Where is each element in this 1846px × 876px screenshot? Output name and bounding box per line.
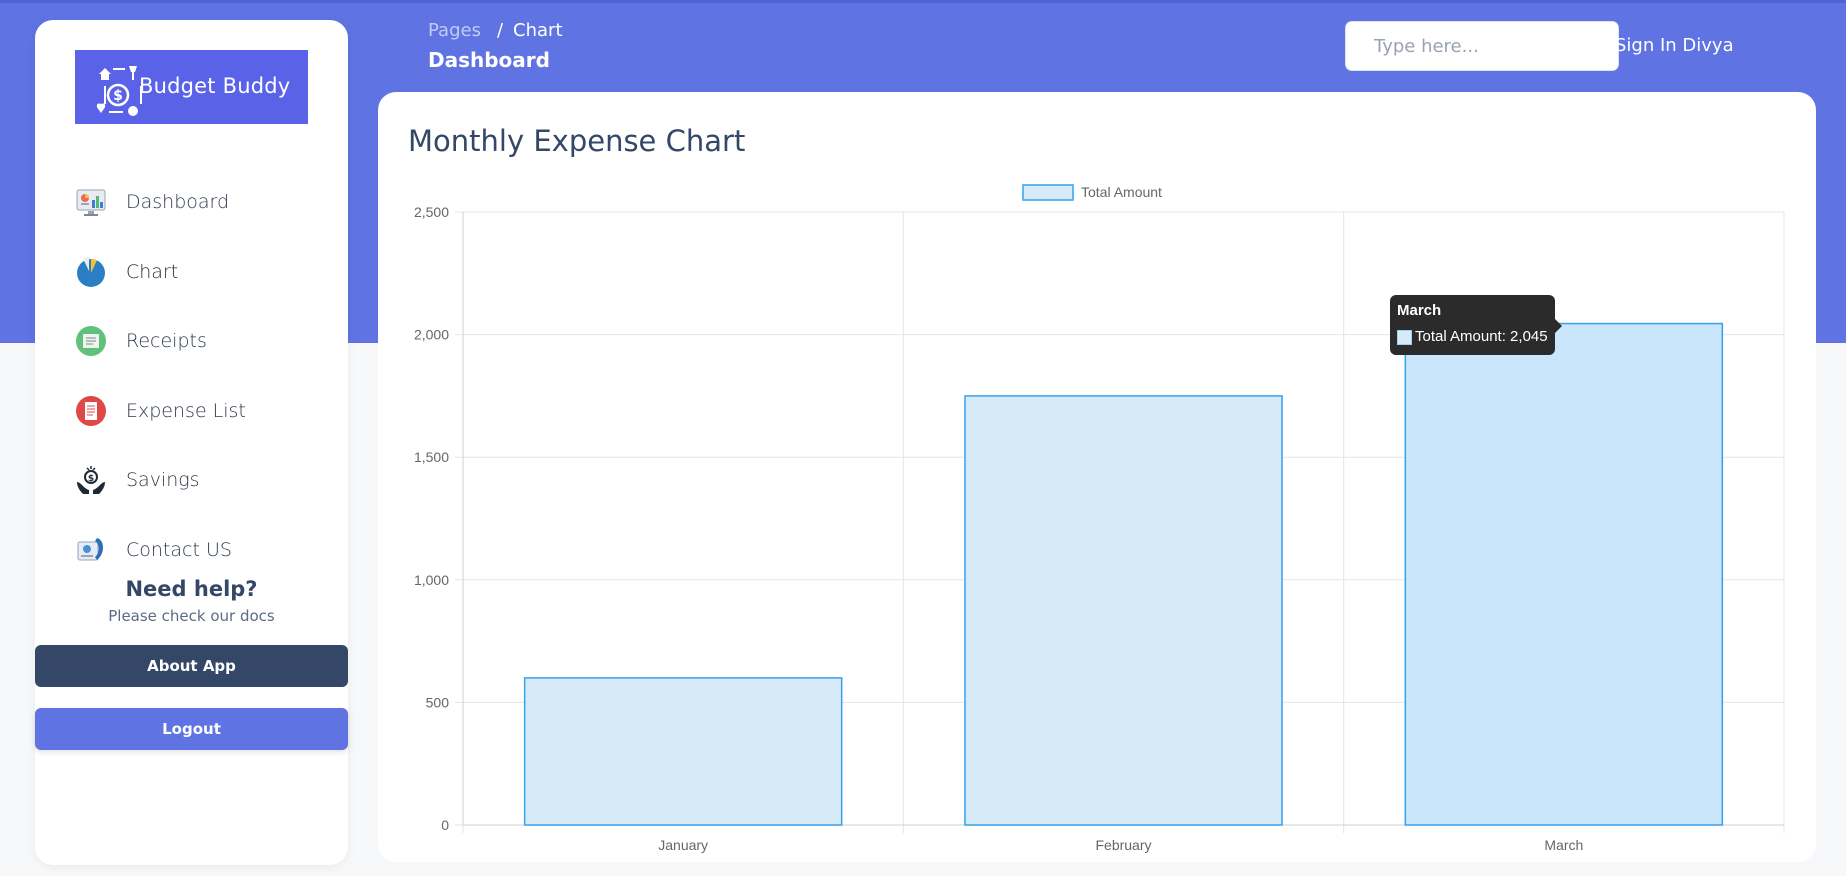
sidebar-item-chart[interactable]: Chart	[75, 250, 335, 294]
x-tick-label: February	[1095, 837, 1151, 853]
y-tick-label: 2,000	[414, 327, 449, 343]
tooltip-title: March	[1397, 302, 1442, 319]
sidebar-item-label: Contact US	[126, 539, 232, 561]
y-tick-label: 1,500	[414, 449, 449, 465]
expense-list-icon	[75, 395, 107, 427]
sidebar-item-contact-us[interactable]: Contact US	[75, 528, 335, 572]
expense-bar-chart: 0 500 1,000 1,500 2,000 2,500 January February M…	[414, 184, 1785, 853]
tooltip-value: Total Amount: 2,045	[1415, 328, 1548, 345]
breadcrumb: Pages / Chart	[428, 20, 563, 41]
sidebar-item-dashboard[interactable]: Dashboard	[75, 180, 335, 224]
breadcrumb-current: Chart	[513, 20, 563, 41]
sign-in-link[interactable]: Sign In Divya	[1615, 35, 1734, 56]
sidebar-item-label: Expense List	[126, 400, 246, 422]
y-tick-label: 2,500	[414, 204, 449, 220]
tooltip-swatch	[1397, 330, 1412, 345]
x-tick-label: January	[658, 837, 708, 853]
y-tick-label: 500	[426, 694, 450, 710]
breadcrumb-separator: /	[496, 20, 504, 41]
dashboard-monitor-icon	[75, 186, 107, 218]
bar-march	[1404, 322, 1724, 826]
bar-january	[523, 677, 843, 826]
sidebar: $ Budget Buddy Dashboard Chart Receipts …	[35, 20, 348, 865]
sidebar-item-label: Savings	[126, 469, 200, 491]
about-app-button[interactable]: About App	[35, 645, 348, 687]
chart-tooltip: March Total Amount: 2,045	[1390, 295, 1562, 355]
page-title: Dashboard	[428, 48, 550, 72]
chart-card: Monthly Expense Chart 0 500 1,000 1,500 2,00…	[378, 92, 1816, 862]
logout-button[interactable]: Logout	[35, 708, 348, 750]
brand-name: Budget Buddy	[139, 74, 291, 98]
breadcrumb-pages-link[interactable]: Pages	[428, 20, 481, 41]
brand-logo[interactable]: $ Budget Buddy	[75, 50, 308, 124]
y-tick-label: 1,000	[414, 572, 449, 588]
help-subtitle[interactable]: Please check our docs	[35, 607, 348, 625]
budget-logo-icon: $	[96, 66, 142, 116]
sidebar-item-label: Receipts	[126, 330, 207, 352]
top-edge	[0, 0, 1846, 3]
y-tick-label: 0	[441, 817, 449, 833]
sidebar-item-expense-list[interactable]: Expense List	[75, 389, 335, 433]
contact-phone-icon	[75, 534, 107, 566]
pie-chart-icon	[75, 256, 107, 288]
sidebar-item-label: Chart	[126, 261, 179, 283]
legend-swatch	[1022, 184, 1074, 201]
search-input[interactable]	[1345, 21, 1619, 71]
savings-hands-icon: $	[75, 464, 107, 496]
x-tick-label: March	[1544, 837, 1583, 853]
svg-text:$: $	[113, 88, 123, 104]
legend-label: Total Amount	[1081, 184, 1162, 200]
help-title: Need help?	[125, 577, 258, 601]
bar-february	[964, 395, 1283, 826]
svg-text:$: $	[88, 474, 94, 484]
receipt-icon	[75, 325, 107, 357]
sidebar-item-savings[interactable]: $ Savings	[75, 458, 335, 502]
sidebar-item-label: Dashboard	[126, 191, 230, 213]
sidebar-item-receipts[interactable]: Receipts	[75, 319, 335, 363]
